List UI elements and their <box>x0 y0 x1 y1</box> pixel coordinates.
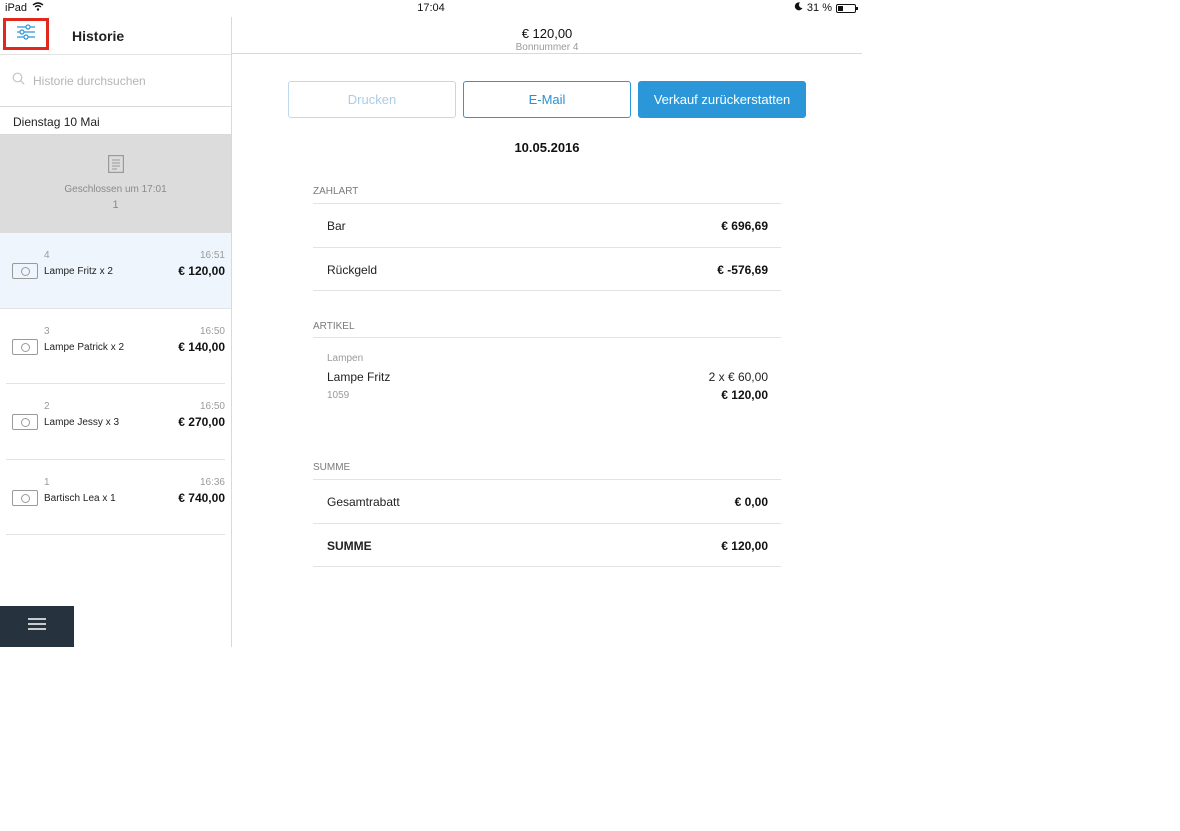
history-sidebar: Historie Dienstag 10 Mai Geschlossen um … <box>0 17 232 647</box>
receipt-row[interactable]: 4 16:51 Lampe Fritz x 2 € 120,00 <box>0 233 231 309</box>
receipt-time: 16:51 <box>199 250 225 261</box>
receipt-amount: € 140,00 <box>178 339 225 354</box>
discount-value: € 0,00 <box>734 495 768 509</box>
receipt-title: Bartisch Lea x 1 <box>44 492 116 504</box>
payment-row: Rückgeld € -576,69 <box>313 247 781 291</box>
sum-row: Gesamtrabatt € 0,00 <box>313 479 781 523</box>
battery-icon <box>836 3 858 13</box>
payment-method: Bar <box>327 219 346 233</box>
receipt-row[interactable]: 1 16:36 Bartisch Lea x 1 € 740,00 <box>6 460 225 535</box>
article-category: Lampen <box>327 353 364 364</box>
article-qty-price: 2 x € 60,00 <box>708 370 768 384</box>
receipt-time: 16:50 <box>199 401 225 412</box>
action-buttons: Drucken E-Mail Verkauf zurückerstatten <box>288 81 806 118</box>
receipt-number: 1 <box>44 476 50 488</box>
hamburger-icon <box>27 617 47 636</box>
detail-header: € 120,00 Bonnummer 4 <box>232 17 862 54</box>
refund-button[interactable]: Verkauf zurückerstatten <box>638 81 806 118</box>
search-input[interactable] <box>33 73 223 88</box>
payment-section-label: ZAHLART <box>313 186 359 197</box>
battery-percent: 31 % <box>806 2 832 14</box>
receipt-number-label: Bonnummer 4 <box>515 42 579 53</box>
header-amount: € 120,00 <box>521 26 573 41</box>
article-item: Lampen Lampe Fritz 1059 2 x € 60,00 € 12… <box>313 337 781 427</box>
print-button[interactable]: Drucken <box>288 81 456 118</box>
change-label: Rückgeld <box>327 263 378 277</box>
receipt-number: 4 <box>44 250 50 261</box>
search-icon <box>12 72 25 90</box>
receipt-time: 16:50 <box>199 325 225 337</box>
filter-button[interactable] <box>3 18 49 50</box>
sliders-icon <box>16 23 36 45</box>
sidebar-header: Historie <box>0 17 231 54</box>
total-label: SUMME <box>327 539 372 553</box>
receipt-amount: € 740,00 <box>178 490 225 505</box>
receipt-title: Lampe Patrick x 2 <box>44 341 125 353</box>
receipt-cash-icon <box>12 489 38 506</box>
payment-value: € 696,69 <box>721 219 768 233</box>
day-header: Dienstag 10 Mai <box>0 108 231 135</box>
article-sku: 1059 <box>327 390 350 401</box>
receipt-cash-icon <box>12 338 38 355</box>
sum-section-label: SUMME <box>313 462 351 473</box>
payment-row: Bar € 696,69 <box>313 203 781 247</box>
main-menu-button[interactable] <box>0 606 74 647</box>
moon-icon <box>794 2 803 14</box>
closed-shift-item[interactable]: Geschlossen um 17:01 1 <box>0 135 231 233</box>
receipt-date: 10.05.2016 <box>514 140 580 155</box>
change-value: € -576,69 <box>717 263 768 277</box>
article-total: € 120,00 <box>721 388 768 402</box>
receipt-row[interactable]: 2 16:50 Lampe Jessy x 3 € 270,00 <box>6 384 225 460</box>
receipt-title: Lampe Fritz x 2 <box>44 266 113 277</box>
receipt-amount: € 120,00 <box>178 264 225 278</box>
closed-label: Geschlossen um 17:01 <box>64 184 167 195</box>
receipt-cash-icon <box>12 263 38 279</box>
receipt-cash-icon <box>12 414 38 430</box>
receipt-number: 2 <box>44 401 50 412</box>
clock: 17:04 <box>417 2 445 14</box>
receipt-title: Lampe Jessy x 3 <box>44 417 120 428</box>
discount-label: Gesamtrabatt <box>327 495 400 509</box>
receipt-list: 4 16:51 Lampe Fritz x 2 € 120,00 3 16:50… <box>0 233 231 535</box>
closed-count: 1 <box>112 199 119 211</box>
document-icon <box>107 155 124 178</box>
receipt-amount: € 270,00 <box>178 415 225 429</box>
total-row: SUMME € 120,00 <box>313 523 781 567</box>
receipt-time: 16:36 <box>199 476 225 488</box>
receipt-detail: € 120,00 Bonnummer 4 Drucken E-Mail Verk… <box>232 17 862 647</box>
receipt-number: 3 <box>44 325 50 337</box>
pos-history-screen: iPad 17:04 31 % Historie Historie durchs… <box>0 0 862 647</box>
page-title: Historie <box>72 28 125 44</box>
total-value: € 120,00 <box>721 539 768 553</box>
articles-section-label: ARTIKEL <box>313 321 355 332</box>
status-bar: iPad 17:04 31 % <box>0 0 862 17</box>
email-button[interactable]: E-Mail <box>463 81 631 118</box>
receipt-row[interactable]: 3 16:50 Lampe Patrick x 2 € 140,00 <box>6 309 225 384</box>
article-name: Lampe Fritz <box>327 370 391 384</box>
search-bar <box>0 54 231 107</box>
